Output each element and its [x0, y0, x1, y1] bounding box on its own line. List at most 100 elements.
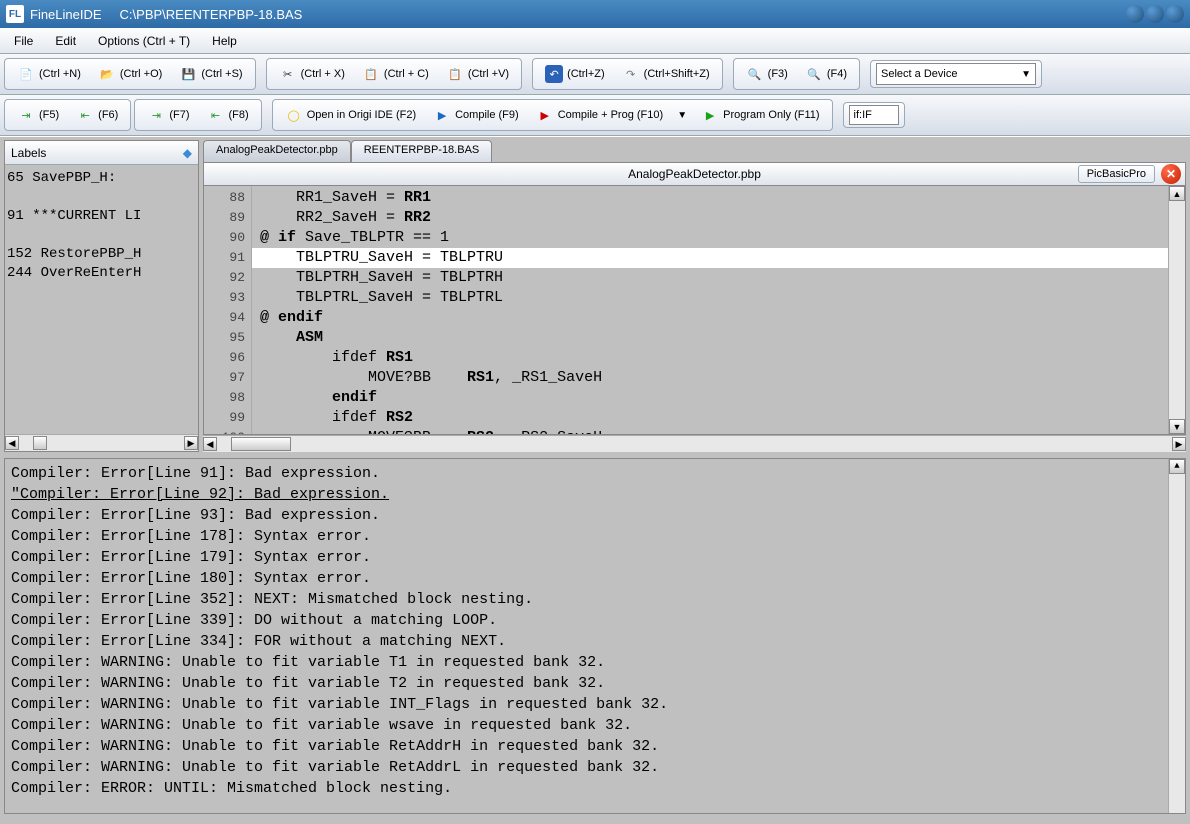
output-line[interactable]: Compiler: Error[Line 339]: DO without a … [11, 610, 1179, 631]
close-button[interactable] [1166, 5, 1184, 23]
indent-icon: ⇥ [147, 106, 165, 124]
output-line[interactable]: Compiler: Error[Line 93]: Bad expression… [11, 505, 1179, 526]
play-green-icon: ▶ [701, 106, 719, 124]
f5-button[interactable]: ⇥(F5) [10, 102, 66, 128]
open-orig-ide-button[interactable]: ◯Open in Origi IDE (F2) [278, 102, 423, 128]
line-gutter: 888990919293949596979899100 [204, 186, 252, 434]
device-selector[interactable]: Select a Device ▼ [876, 63, 1036, 85]
code-line[interactable]: RR1_SaveH = RR1 [252, 188, 1168, 208]
save-file-button[interactable]: 💾(Ctrl +S) [172, 61, 249, 87]
f7-button[interactable]: ⇥(F7) [140, 102, 196, 128]
output-line[interactable]: Compiler: Error[Line 91]: Bad expression… [11, 463, 1179, 484]
close-tab-button[interactable]: ✕ [1161, 164, 1181, 184]
sidebar-header[interactable]: Labels ◆ [5, 141, 198, 165]
editor-area: AnalogPeakDetector.pbp REENTERPBP-18.BAS… [203, 140, 1186, 452]
open-file-button[interactable]: 📂(Ctrl +O) [91, 61, 169, 87]
code-line[interactable]: MOVE?BB RS1, _RS1_SaveH [252, 368, 1168, 388]
pathbar-file: AnalogPeakDetector.pbp [628, 167, 761, 181]
undo-icon: ↶ [545, 65, 563, 83]
scissors-icon: ✂ [279, 65, 297, 83]
code-line[interactable]: ifdef RS2 [252, 408, 1168, 428]
output-line[interactable]: Compiler: Error[Line 180]: Syntax error. [11, 568, 1179, 589]
circle-yellow-icon: ◯ [285, 106, 303, 124]
output-line[interactable]: Compiler: WARNING: Unable to fit variabl… [11, 757, 1179, 778]
sidebar-item[interactable]: 152 RestorePBP_H [7, 245, 196, 264]
code-line[interactable]: @ endif [252, 308, 1168, 328]
minimize-button[interactable] [1126, 5, 1144, 23]
output-line[interactable]: "Compiler: Error[Line 92]: Bad expressio… [11, 484, 1179, 505]
compile-prog-button[interactable]: ▶Compile + Prog (F10) [529, 102, 670, 128]
f6-button[interactable]: ⇤(F6) [69, 102, 125, 128]
app-logo-icon: FL [6, 5, 24, 23]
compile-button[interactable]: ▶Compile (F9) [426, 102, 526, 128]
cut-button[interactable]: ✂(Ctrl + X) [272, 61, 352, 87]
code-line[interactable]: MOVE?BB RS2, RS2 SaveH [252, 428, 1168, 434]
f8-button[interactable]: ⇤(F8) [200, 102, 256, 128]
play-blue-icon: ▶ [433, 106, 451, 124]
output-line[interactable]: Compiler: WARNING: Unable to fit variabl… [11, 694, 1179, 715]
output-line[interactable]: Compiler: WARNING: Unable to fit variabl… [11, 673, 1179, 694]
menu-options[interactable]: Options (Ctrl + T) [88, 31, 200, 51]
sidebar-item[interactable] [7, 226, 196, 245]
menu-help[interactable]: Help [202, 31, 247, 51]
copy-button[interactable]: 📋(Ctrl + C) [355, 61, 436, 87]
sidebar-item[interactable]: 65 SavePBP_H: [7, 169, 196, 188]
output-line[interactable]: Compiler: Error[Line 179]: Syntax error. [11, 547, 1179, 568]
search-icon: 🔍 [746, 65, 764, 83]
menu-edit[interactable]: Edit [45, 31, 86, 51]
play-red-icon: ▶ [536, 106, 554, 124]
language-badge[interactable]: PicBasicPro [1078, 165, 1155, 183]
code-content[interactable]: RR1_SaveH = RR1 RR2_SaveH = RR2@ if Save… [252, 186, 1168, 434]
paste-icon: 📋 [446, 65, 464, 83]
find-next-button[interactable]: 🔍(F4) [798, 61, 854, 87]
save-icon: 💾 [179, 65, 197, 83]
sidebar-hscroll[interactable]: ◀▶ [5, 434, 198, 451]
output-line[interactable]: Compiler: WARNING: Unable to fit variabl… [11, 736, 1179, 757]
find-button[interactable]: 🔍(F3) [739, 61, 795, 87]
editor-hscroll[interactable]: ◀▶ [203, 435, 1186, 452]
code-editor[interactable]: 888990919293949596979899100 RR1_SaveH = … [203, 186, 1186, 435]
output-line[interactable]: Compiler: WARNING: Unable to fit variabl… [11, 715, 1179, 736]
sidebar-item[interactable]: 91 ***CURRENT LI [7, 207, 196, 226]
editor-pathbar: AnalogPeakDetector.pbp PicBasicPro ✕ [203, 162, 1186, 186]
code-line[interactable]: ASM [252, 328, 1168, 348]
code-line[interactable]: TBLPTRU_SaveH = TBLPTRU [252, 248, 1168, 268]
toolbar-row-1: 📄(Ctrl +N) 📂(Ctrl +O) 💾(Ctrl +S) ✂(Ctrl … [0, 54, 1190, 95]
compiler-output[interactable]: Compiler: Error[Line 91]: Bad expression… [4, 458, 1186, 814]
step-icon: ⇤ [76, 106, 94, 124]
search-next-icon: 🔍 [805, 65, 823, 83]
outdent-icon: ⇤ [207, 106, 225, 124]
new-file-button[interactable]: 📄(Ctrl +N) [10, 61, 88, 87]
menu-file[interactable]: File [4, 31, 43, 51]
code-line[interactable]: RR2_SaveH = RR2 [252, 208, 1168, 228]
output-line[interactable]: Compiler: Error[Line 352]: NEXT: Mismatc… [11, 589, 1179, 610]
undo-button[interactable]: ↶(Ctrl+Z) [538, 61, 612, 87]
chevron-down-icon: ▼ [1017, 69, 1035, 80]
editor-tabs: AnalogPeakDetector.pbp REENTERPBP-18.BAS [203, 140, 1186, 162]
tab-reenter[interactable]: REENTERPBP-18.BAS [351, 140, 493, 162]
code-line[interactable]: @ if Save_TBLPTR == 1 [252, 228, 1168, 248]
output-line[interactable]: Compiler: WARNING: Unable to fit variabl… [11, 652, 1179, 673]
output-line[interactable]: Compiler: ERROR: UNTIL: Mismatched block… [11, 778, 1179, 799]
code-line[interactable]: endif [252, 388, 1168, 408]
diamond-icon: ◆ [183, 146, 192, 160]
app-title: FineLineIDE [30, 7, 102, 22]
code-line[interactable]: TBLPTRH_SaveH = TBLPTRH [252, 268, 1168, 288]
sidebar-item[interactable]: 244 OverReEnterH [7, 264, 196, 283]
chevron-down-icon[interactable]: ▼ [673, 106, 691, 124]
output-vscroll[interactable]: ▲ [1168, 459, 1185, 813]
code-line[interactable]: TBLPTRL_SaveH = TBLPTRL [252, 288, 1168, 308]
paste-button[interactable]: 📋(Ctrl +V) [439, 61, 516, 87]
abbrev-input[interactable] [849, 105, 899, 125]
redo-button[interactable]: ↷(Ctrl+Shift+Z) [615, 61, 717, 87]
output-line[interactable]: Compiler: Error[Line 334]: FOR without a… [11, 631, 1179, 652]
output-line[interactable]: Compiler: Error[Line 178]: Syntax error. [11, 526, 1179, 547]
step-icon: ⇥ [17, 106, 35, 124]
program-only-button[interactable]: ▶Program Only (F11) [694, 102, 826, 128]
sidebar-item[interactable] [7, 188, 196, 207]
code-line[interactable]: ifdef RS1 [252, 348, 1168, 368]
editor-vscroll[interactable]: ▲▼ [1168, 186, 1185, 434]
sidebar-list[interactable]: 65 SavePBP_H: 91 ***CURRENT LI 152 Resto… [5, 165, 198, 434]
maximize-button[interactable] [1146, 5, 1164, 23]
tab-analog[interactable]: AnalogPeakDetector.pbp [203, 140, 351, 162]
